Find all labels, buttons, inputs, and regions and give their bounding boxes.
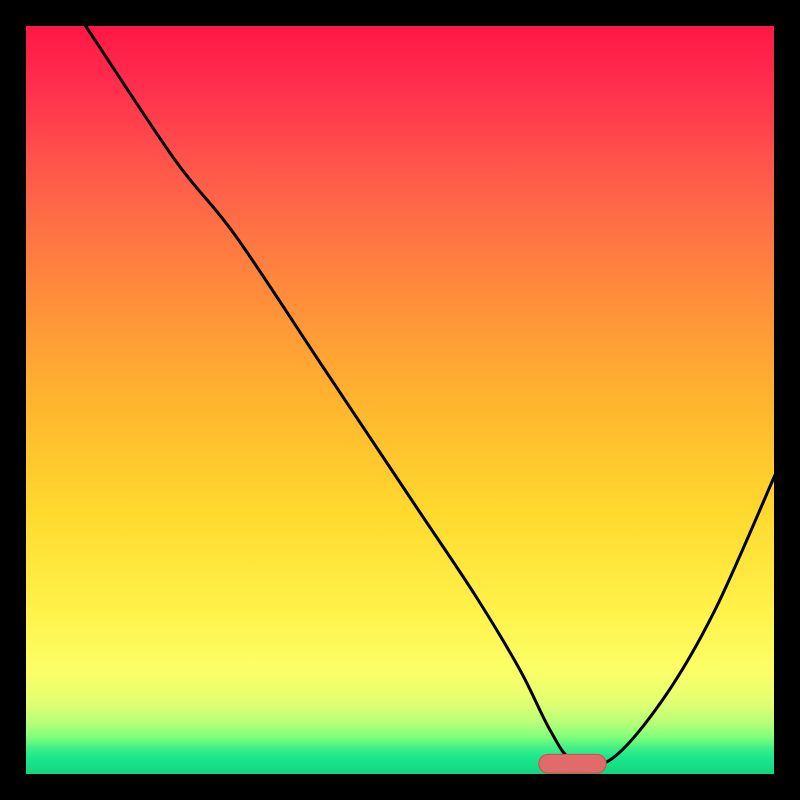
bottleneck-chart xyxy=(0,0,800,800)
gradient-background xyxy=(25,25,775,775)
chart-frame: TheBottleneck.com xyxy=(0,0,800,800)
optimal-zone-pill xyxy=(539,754,607,773)
